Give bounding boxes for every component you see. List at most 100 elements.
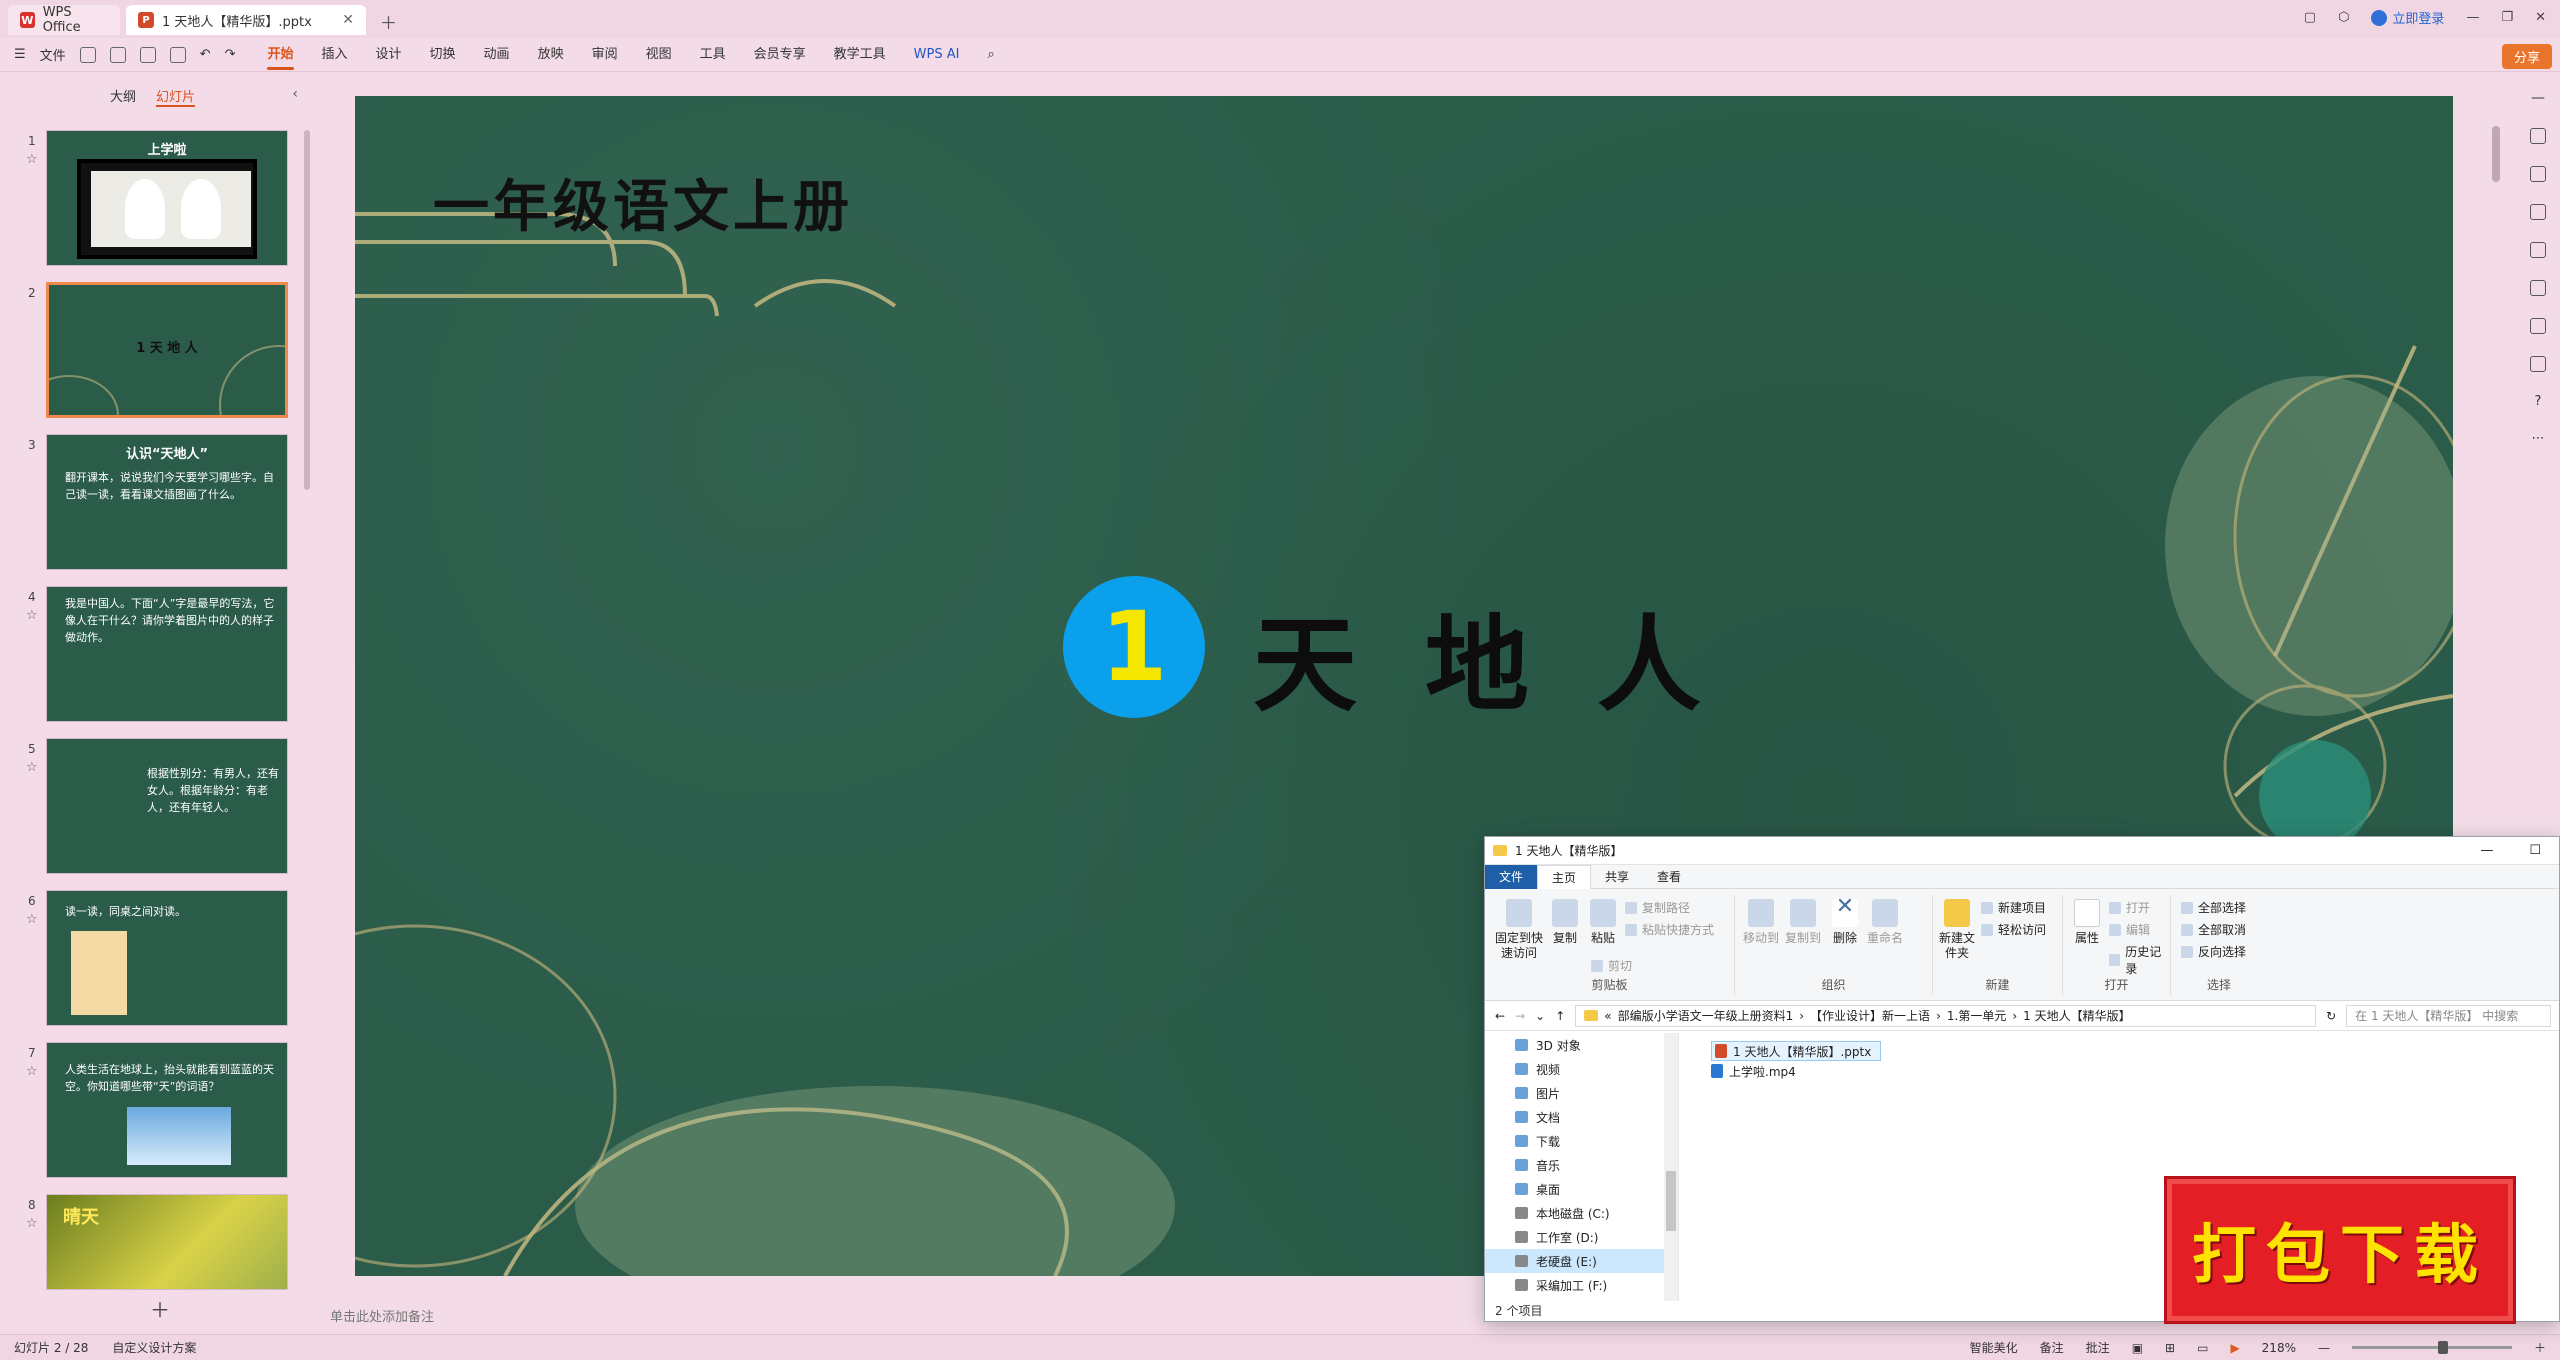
nav-item-pictures[interactable]: 图片	[1485, 1081, 1678, 1105]
more-icon[interactable]: ⋯	[2532, 431, 2545, 446]
explorer-tab-view[interactable]: 查看	[1643, 865, 1695, 889]
slide-subject-title[interactable]: 一年级语文上册	[433, 162, 853, 243]
maximize-icon[interactable]: ☐	[2529, 843, 2541, 858]
redo-icon[interactable]: ↷	[225, 47, 236, 62]
breadcrumb-1[interactable]: 部编版小学语文一年级上册资料1	[1618, 1007, 1794, 1024]
play-slideshow-icon[interactable]: ▶	[2230, 1341, 2239, 1355]
explorer-tab-share[interactable]: 共享	[1591, 865, 1643, 889]
design-scheme-button[interactable]: 自定义设计方案	[112, 1339, 196, 1356]
new-folder-button[interactable]: 新建文件夹	[1937, 899, 1977, 961]
history-button[interactable]: 历史记录	[2109, 943, 2170, 977]
search-icon[interactable]: ⌕	[973, 38, 1008, 72]
address-bar[interactable]: « 部编版小学语文一年级上册资料1 › 【作业设计】新一上语 › 1.第一单元 › 1…	[1575, 1004, 2317, 1027]
select-all-button[interactable]: 全部选择	[2181, 899, 2246, 916]
new-tab-icon[interactable]: ＋	[380, 9, 397, 34]
slide-thumbnail-3[interactable]: 3 认识“天地人” 翻开课本，说说我们今天要学习哪些字。自己读一读，看看课文插图…	[20, 434, 290, 570]
nav-item-desktop[interactable]: 桌面	[1485, 1177, 1678, 1201]
adjust-icon[interactable]	[2530, 128, 2546, 144]
up-icon[interactable]: ↑	[1555, 1009, 1565, 1023]
minimize-icon[interactable]: —	[2480, 843, 2493, 858]
nav-item-downloads[interactable]: 下载	[1485, 1129, 1678, 1153]
print-icon[interactable]	[139, 46, 156, 63]
tab-teaching-tools[interactable]: 教学工具	[820, 38, 900, 72]
rename-button[interactable]: 重命名	[1865, 899, 1905, 946]
star-icon[interactable]: ☆	[26, 152, 38, 167]
tab-wps-home[interactable]: W WPS Office	[8, 5, 120, 35]
tab-document[interactable]: P 1 天地人【精华版】.pptx ✕	[126, 5, 366, 35]
slide-thumbnail-7[interactable]: 7 ☆ 人类生活在地球上，抬头就能看到蓝蓝的天空。你知道哪些带“天”的词语？	[20, 1042, 290, 1178]
delete-button[interactable]: ✕ 删除	[1827, 896, 1863, 946]
grid-view-icon[interactable]: ⊞	[2165, 1341, 2175, 1355]
slide-thumbnail-2[interactable]: 2 1 天 地 人	[20, 282, 290, 418]
breadcrumb-3[interactable]: 1.第一单元	[1947, 1007, 2006, 1024]
nav-item-3d[interactable]: 3D 对象	[1485, 1033, 1678, 1057]
nav-item-drive-d[interactable]: 工作室 (D:)	[1485, 1225, 1678, 1249]
thumbnail-scrollbar[interactable]	[304, 130, 310, 490]
paste-button[interactable]: 粘贴	[1585, 899, 1621, 946]
book-icon[interactable]	[2530, 318, 2546, 334]
nav-item-drive-c[interactable]: 本地磁盘 (C:)	[1485, 1201, 1678, 1225]
copy-to-button[interactable]: 复制到	[1783, 899, 1823, 946]
undo-icon[interactable]: ↶	[200, 47, 211, 62]
collapse-panel-icon[interactable]: ‹	[292, 86, 298, 102]
tab-transition[interactable]: 切换	[416, 38, 470, 72]
settings-icon[interactable]	[2530, 356, 2546, 372]
export-icon[interactable]	[109, 46, 126, 63]
copy-icon[interactable]	[2530, 204, 2546, 220]
login-button[interactable]: 立即登录	[2371, 8, 2444, 27]
slide-thumbnail-5[interactable]: 5 ☆ 根据性别分：有男人，还有女人。根据年龄分：有老人，还有年轻人。	[20, 738, 290, 874]
lesson-number-badge[interactable]: 1	[1063, 576, 1205, 718]
nav-item-music[interactable]: 音乐	[1485, 1153, 1678, 1177]
pin-quick-access-button[interactable]: 固定到快速访问	[1491, 899, 1547, 961]
zoom-level[interactable]: 218%	[2262, 1341, 2296, 1355]
normal-view-icon[interactable]: ▣	[2132, 1341, 2143, 1355]
save-icon[interactable]	[79, 46, 96, 63]
zoom-out-icon[interactable]: —	[2318, 1341, 2330, 1355]
preview-icon[interactable]	[169, 46, 186, 63]
tab-slideshow[interactable]: 放映	[524, 38, 578, 72]
search-input[interactable]: 在 1 天地人【精华版】 中搜索	[2346, 1004, 2551, 1027]
star-icon[interactable]	[2530, 166, 2546, 182]
help-icon[interactable]: ?	[2535, 394, 2542, 409]
edit-button[interactable]: 编辑	[2109, 921, 2150, 938]
tab-outline[interactable]: 大纲	[110, 86, 136, 107]
nav-scrollbar[interactable]	[1664, 1033, 1678, 1301]
refresh-icon[interactable]: ↻	[2326, 1009, 2336, 1023]
window-layout-icon[interactable]: ▢	[2304, 10, 2316, 25]
close-window-icon[interactable]: ✕	[2535, 10, 2546, 25]
nav-item-drive-f[interactable]: 采编加工 (F:)	[1485, 1273, 1678, 1297]
share-button[interactable]: 分享	[2501, 44, 2552, 69]
restore-icon[interactable]: ❐	[2501, 10, 2513, 25]
file-item-pptx[interactable]: 1 天地人【精华版】.pptx	[1711, 1041, 1881, 1061]
tab-tools[interactable]: 工具	[686, 38, 740, 72]
star-icon[interactable]: ☆	[26, 1064, 38, 1079]
comments-button[interactable]: 批注	[2086, 1339, 2110, 1356]
box-icon[interactable]: ⬡	[2338, 10, 2349, 25]
smart-beautify-button[interactable]: 智能美化	[1970, 1339, 2018, 1356]
nav-item-drive-e[interactable]: 老硬盘 (E:)	[1485, 1249, 1678, 1273]
star-icon[interactable]: ☆	[26, 912, 38, 927]
star-icon[interactable]: ☆	[26, 608, 38, 623]
add-slide-icon[interactable]: ＋	[150, 1294, 170, 1323]
star-icon[interactable]: ☆	[26, 1216, 38, 1231]
tab-design[interactable]: 设计	[362, 38, 416, 72]
tab-view[interactable]: 视图	[632, 38, 686, 72]
properties-button[interactable]: 属性	[2069, 899, 2105, 946]
slide-thumbnail-1[interactable]: 1 ☆ 上学啦	[20, 130, 290, 266]
breadcrumb-4[interactable]: 1 天地人【精华版】	[2023, 1007, 2130, 1024]
paste-shortcut-button[interactable]: 粘贴快捷方式	[1625, 921, 1714, 938]
tab-home[interactable]: 开始	[253, 38, 307, 72]
copy-button[interactable]: 复制	[1547, 899, 1583, 946]
lesson-title[interactable]: 天地人	[1253, 580, 1769, 731]
slide-thumbnail-6[interactable]: 6 ☆ 读一读，同桌之间对读。	[20, 890, 290, 1026]
hamburger-icon[interactable]: ☰	[14, 47, 26, 62]
breadcrumb-2[interactable]: 【作业设计】新一上语	[1810, 1007, 1930, 1024]
open-button[interactable]: 打开	[2109, 899, 2150, 916]
file-item-mp4[interactable]: 上学啦.mp4	[1711, 1061, 1881, 1081]
tab-review[interactable]: 审阅	[578, 38, 632, 72]
close-tab-icon[interactable]: ✕	[342, 12, 354, 28]
minimize-icon[interactable]: —	[2466, 10, 2479, 25]
image-icon[interactable]	[2530, 242, 2546, 258]
nav-item-documents[interactable]: 文档	[1485, 1105, 1678, 1129]
minus-icon[interactable]: —	[2531, 90, 2545, 106]
